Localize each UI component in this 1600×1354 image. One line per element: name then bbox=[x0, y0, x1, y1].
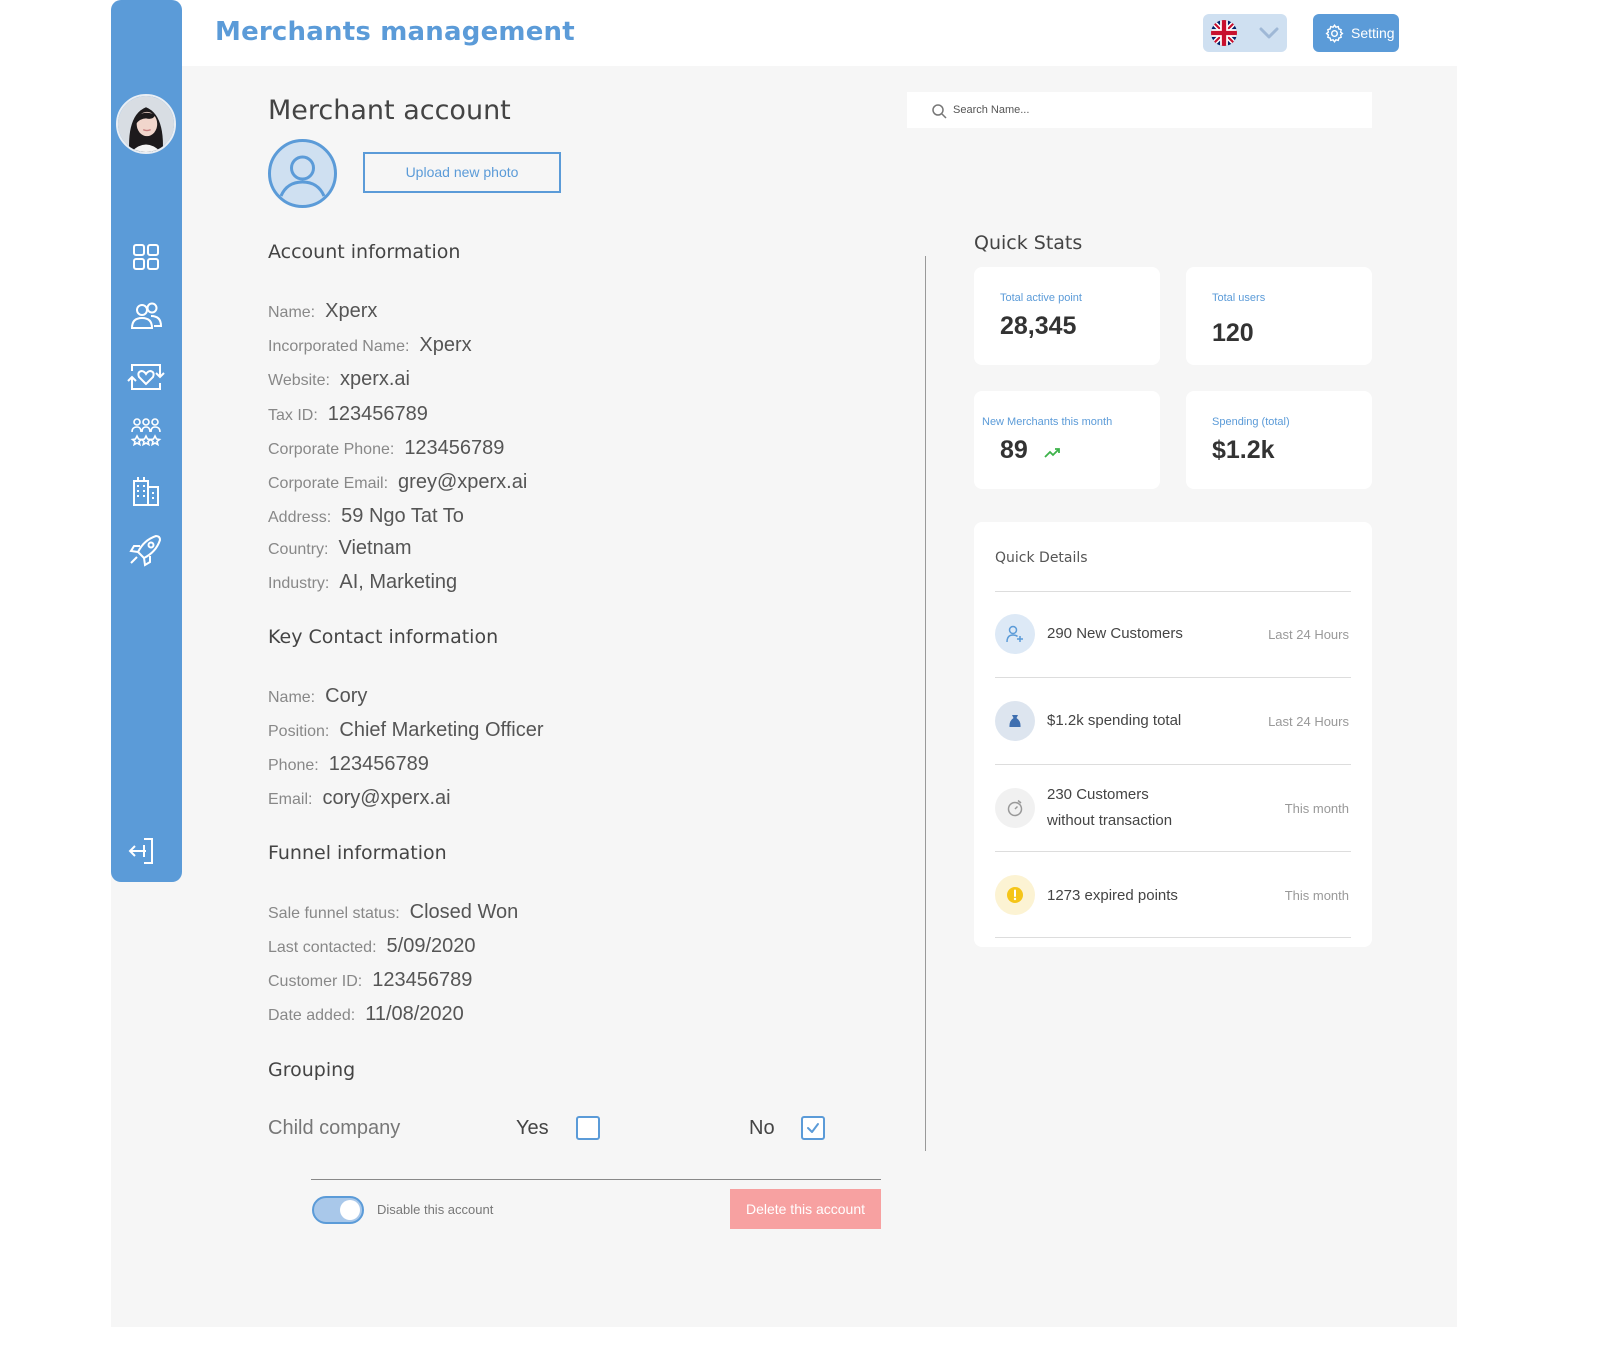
disable-account-toggle[interactable] bbox=[312, 1196, 364, 1224]
money-bag-icon bbox=[995, 701, 1035, 741]
trend-up-icon bbox=[1044, 446, 1062, 464]
search-icon bbox=[931, 103, 947, 119]
account-name-field: Name: Xperx bbox=[268, 300, 378, 322]
logout-icon[interactable] bbox=[122, 831, 162, 871]
buildings-icon[interactable] bbox=[126, 471, 166, 511]
column-divider bbox=[925, 256, 926, 1151]
page-title: Merchant account bbox=[268, 95, 511, 126]
customer-id-field: Customer ID: 123456789 bbox=[268, 969, 473, 991]
grid-icon[interactable] bbox=[126, 237, 166, 277]
corporate-email-field: Corporate Email: grey@xperx.ai bbox=[268, 471, 528, 493]
upload-photo-button[interactable]: Upload new photo bbox=[363, 152, 561, 193]
users-icon[interactable] bbox=[126, 296, 166, 336]
stat-value: 120 bbox=[1212, 319, 1254, 347]
country-field: Country: Vietnam bbox=[268, 537, 412, 559]
detail-text: 290 New Customers bbox=[1047, 625, 1183, 642]
toggle-knob bbox=[340, 1200, 360, 1220]
divider bbox=[995, 851, 1351, 852]
funnel-info-title: Funnel information bbox=[268, 842, 447, 864]
contact-email-field: Email: cory@xperx.ai bbox=[268, 787, 451, 809]
divider bbox=[995, 764, 1351, 765]
profile-placeholder-icon bbox=[267, 138, 338, 209]
stat-card-total-users: Total users 120 bbox=[1186, 267, 1372, 365]
stat-value: $1.2k bbox=[1212, 436, 1275, 464]
rocket-icon[interactable] bbox=[126, 530, 166, 570]
uk-flag-icon bbox=[1211, 20, 1237, 46]
quick-details-title: Quick Details bbox=[995, 550, 1088, 566]
sale-funnel-status-field: Sale funnel status: Closed Won bbox=[268, 901, 519, 923]
stat-value: 89 bbox=[1000, 436, 1028, 464]
yes-label: Yes bbox=[516, 1117, 549, 1139]
contact-phone-field: Phone: 123456789 bbox=[268, 753, 429, 775]
child-company-label: Child company bbox=[268, 1117, 401, 1139]
stat-card-spending: Spending (total) $1.2k bbox=[1186, 391, 1372, 489]
last-contacted-field: Last contacted: 5/09/2020 bbox=[268, 935, 476, 957]
add-user-icon bbox=[995, 614, 1035, 654]
detail-time: Last 24 Hours bbox=[1268, 714, 1349, 729]
search-input[interactable] bbox=[953, 100, 1353, 120]
checkmark-icon bbox=[807, 1123, 819, 1133]
date-added-field: Date added: 11/08/2020 bbox=[268, 1003, 464, 1025]
stat-card-new-merchants: New Merchants this month 89 bbox=[974, 391, 1160, 489]
setting-button[interactable]: Setting bbox=[1313, 14, 1399, 52]
divider bbox=[995, 591, 1351, 592]
corporate-phone-field: Corporate Phone: 123456789 bbox=[268, 437, 505, 459]
setting-label: Setting bbox=[1351, 25, 1395, 41]
stat-label: Spending (total) bbox=[1212, 416, 1290, 428]
warning-icon bbox=[995, 875, 1035, 915]
app-title: Merchants management bbox=[215, 17, 575, 47]
website-field: Website: xperx.ai bbox=[268, 368, 410, 390]
stat-label: Total active point bbox=[1000, 292, 1082, 304]
language-select[interactable] bbox=[1203, 14, 1287, 52]
detail-text: 230 Customers without transaction bbox=[1047, 786, 1173, 829]
detail-time: This month bbox=[1284, 888, 1349, 903]
tax-id-field: Tax ID: 123456789 bbox=[268, 403, 428, 425]
gear-icon bbox=[1324, 23, 1345, 44]
contact-position-field: Position: Chief Marketing Officer bbox=[268, 719, 544, 741]
user-avatar[interactable] bbox=[116, 94, 176, 154]
detail-text: 1273 expired points bbox=[1047, 887, 1178, 904]
detail-time: This month bbox=[1284, 801, 1349, 816]
divider bbox=[995, 677, 1351, 678]
stat-label: New Merchants this month bbox=[982, 416, 1113, 428]
disable-account-label: Disable this account bbox=[377, 1202, 494, 1217]
quick-details-panel: Quick Details 290 New Customers Last 24 … bbox=[974, 522, 1372, 947]
stat-card-active-points: Total active point 28,345 bbox=[974, 267, 1160, 365]
no-checkbox[interactable] bbox=[801, 1116, 825, 1140]
heart-exchange-icon[interactable] bbox=[126, 357, 166, 397]
key-contact-title: Key Contact information bbox=[268, 626, 499, 648]
detail-text: $1.2k spending total bbox=[1047, 712, 1182, 729]
incorporated-name-field: Incorporated Name: Xperx bbox=[268, 334, 472, 356]
chevron-down-icon bbox=[1258, 23, 1280, 43]
footer-divider bbox=[311, 1179, 881, 1180]
contact-name-field: Name: Cory bbox=[268, 685, 368, 707]
no-label: No bbox=[749, 1117, 775, 1139]
stat-label: Total users bbox=[1212, 292, 1266, 304]
yes-checkbox[interactable] bbox=[576, 1116, 600, 1140]
quick-stats-title: Quick Stats bbox=[974, 232, 1083, 254]
grouping-title: Grouping bbox=[268, 1059, 356, 1081]
address-field: Address: 59 Ngo Tat To bbox=[268, 505, 464, 527]
stat-value: 28,345 bbox=[1000, 312, 1077, 340]
account-info-title: Account information bbox=[268, 241, 461, 263]
search-bar bbox=[907, 92, 1372, 128]
industry-field: Industry: AI, Marketing bbox=[268, 571, 458, 593]
delete-account-button[interactable]: Delete this account bbox=[730, 1189, 881, 1229]
group-icon[interactable] bbox=[126, 412, 166, 452]
timer-icon bbox=[995, 788, 1035, 828]
detail-time: Last 24 Hours bbox=[1268, 627, 1349, 642]
divider bbox=[995, 937, 1351, 938]
